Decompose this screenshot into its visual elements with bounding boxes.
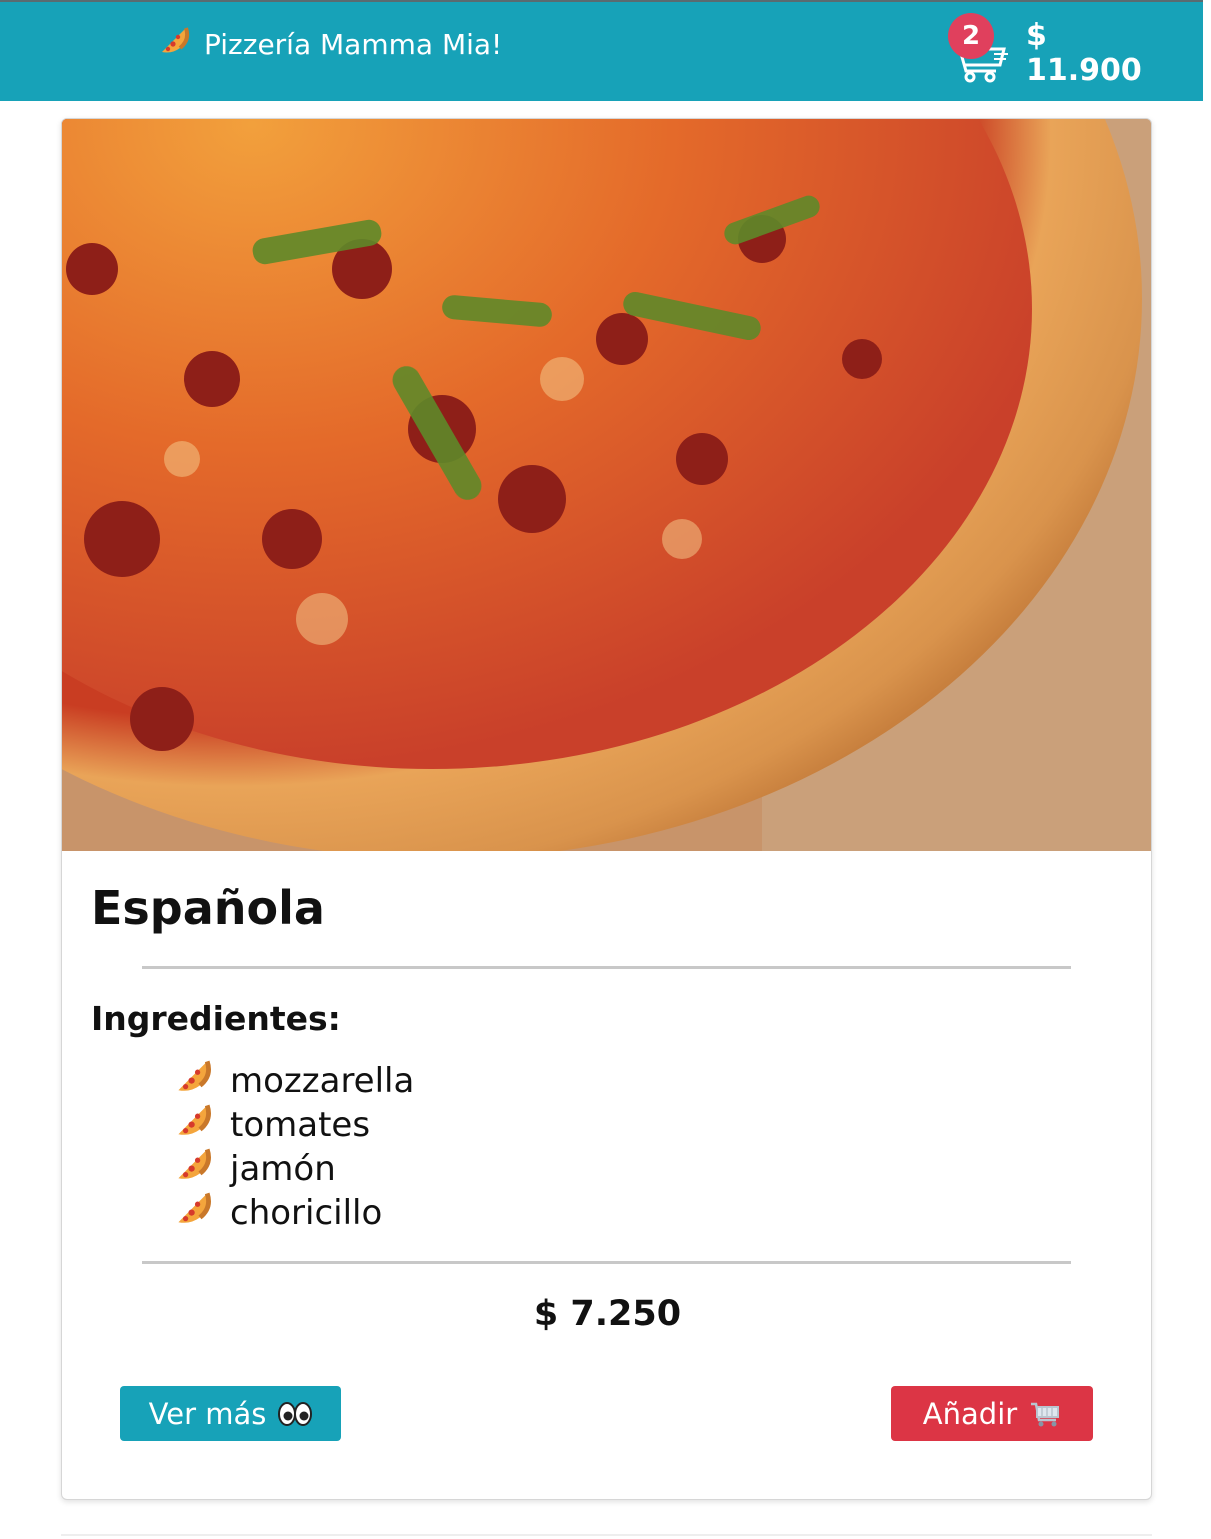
brand-label: Pizzería Mamma Mia! [204,27,503,61]
ingredients-heading: Ingredientes: [91,999,341,1038]
list-item: tomates [176,1103,414,1147]
ingredients-list: mozzarella tomates jamón choricillo [176,1059,414,1235]
see-more-label: Ver más [148,1396,267,1431]
pizza-price: $ 7.250 [533,1294,682,1334]
pizza-icon [176,1147,212,1192]
divider [142,966,1071,969]
cart-icon [1029,1400,1061,1428]
pizza-title: Española [91,881,325,935]
add-to-cart-label: Añadir [922,1396,1018,1431]
pizza-image [62,119,1151,851]
pizza-icon [176,1059,212,1104]
ingredient-label: tomates [230,1105,371,1145]
ingredient-label: mozzarella [230,1061,415,1101]
pizza-card: Española Ingredientes: mozzarella tomate… [61,118,1152,1500]
navbar: Pizzería Mamma Mia! 2 $ 11.900 [0,0,1203,101]
pizza-icon [176,1191,212,1236]
pizza-icon [176,1103,212,1148]
cart-total: $ 11.900 [1026,18,1142,88]
cart-summary[interactable]: 2 $ 11.900 [946,13,1166,88]
list-item: mozzarella [176,1059,414,1103]
list-item: choricillo [176,1191,414,1235]
ingredient-label: choricillo [230,1193,383,1233]
divider [142,1261,1071,1264]
brand-link[interactable]: Pizzería Mamma Mia! [160,26,502,62]
cart-icon: 2 [946,13,1010,85]
pizza-icon [160,26,190,63]
see-more-button[interactable]: Ver más [120,1386,341,1441]
divider [61,1534,1152,1536]
list-item: jamón [176,1147,414,1191]
eyes-icon [278,1401,313,1427]
ingredient-label: jamón [230,1149,336,1189]
cart-count-badge: 2 [948,13,994,59]
add-to-cart-button[interactable]: Añadir [891,1386,1093,1441]
